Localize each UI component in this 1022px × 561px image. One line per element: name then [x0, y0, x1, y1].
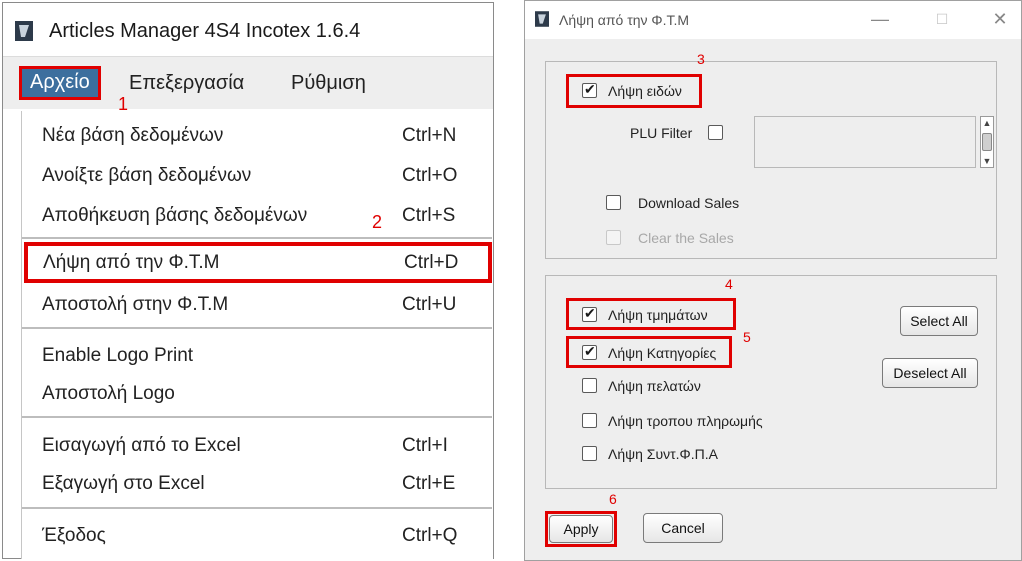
- get-vat-rates-label: Λήψη Συντ.Φ.Π.Α: [608, 446, 718, 462]
- annotation-2: 2: [372, 212, 383, 232]
- menu-item-download-from-ftm[interactable]: Λήψη από την Φ.Τ.Μ Ctrl+D: [24, 242, 492, 283]
- menu-item-label: Αποστολή στην Φ.Τ.Μ: [42, 294, 229, 315]
- annotation-6: 6: [609, 491, 617, 507]
- menu-item-label: Ανοίξτε βάση δεδομένων: [42, 165, 252, 186]
- menu-item-new-db[interactable]: Νέα βάση δεδομένων Ctrl+N: [22, 117, 492, 155]
- dialog-title: Λήψη από την Φ.Τ.Μ: [559, 12, 690, 28]
- plu-filter-label: PLU Filter: [630, 125, 693, 141]
- menu-item-shortcut: Ctrl+I: [402, 435, 448, 456]
- menu-item-exit[interactable]: Έξοδος Ctrl+Q: [22, 517, 492, 555]
- app-logo-icon: [535, 11, 549, 32]
- minimize-icon[interactable]: —: [865, 7, 895, 31]
- menu-edit[interactable]: Επεξεργασία: [121, 67, 252, 99]
- get-departments-checkbox[interactable]: [582, 305, 597, 322]
- menubar: Αρχείο Επεξεργασία Ρύθμιση: [3, 57, 493, 109]
- menu-item-save-db[interactable]: Αποθήκευση βάσης δεδομένων Ctrl+S: [22, 197, 492, 235]
- get-customers-label: Λήψη πελατών: [608, 378, 701, 394]
- scroll-down-icon[interactable]: ▼: [981, 155, 993, 167]
- download-sales-label: Download Sales: [638, 195, 740, 211]
- close-icon[interactable]: ✕: [985, 7, 1015, 31]
- get-items-checkbox[interactable]: [582, 81, 597, 98]
- menu-item-label: Enable Logo Print: [42, 345, 194, 366]
- get-payment-methods-checkbox[interactable]: [582, 413, 597, 428]
- menu-item-label: Εισαγωγή από το Excel: [42, 435, 241, 456]
- items-panel: Λήψη ειδών PLU Filter ▲ ▼ Download Sales…: [545, 61, 997, 259]
- menu-file[interactable]: Αρχείο: [19, 66, 101, 100]
- annotation-4: 4: [725, 276, 733, 292]
- annotation-1: 1: [118, 94, 129, 114]
- menu-item-label: Αποθήκευση βάσης δεδομένων: [42, 205, 308, 226]
- download-dialog: Λήψη από την Φ.Τ.Μ — ☐ ✕ Λήψη ειδών PLU …: [524, 0, 1022, 561]
- select-all-button[interactable]: Select All: [900, 306, 978, 336]
- menu-settings[interactable]: Ρύθμιση: [283, 67, 374, 99]
- annotation-5: 5: [743, 329, 751, 345]
- menu-separator: [22, 327, 492, 329]
- title-bar: Articles Manager 4S4 Incotex 1.6.4: [3, 3, 493, 57]
- menu-item-label: Αποστολή Logo: [42, 383, 175, 404]
- menu-item-shortcut: Ctrl+S: [402, 205, 456, 226]
- menu-item-export-excel[interactable]: Εξαγωγή στο Excel Ctrl+E: [22, 465, 492, 503]
- dialog-title-bar: Λήψη από την Φ.Τ.Μ — ☐ ✕: [525, 1, 1021, 39]
- menu-separator: [22, 416, 492, 418]
- menu-separator: [22, 507, 492, 509]
- menu-item-shortcut: Ctrl+E: [402, 473, 456, 494]
- scroll-up-icon[interactable]: ▲: [981, 117, 993, 129]
- menu-item-label: Εξαγωγή στο Excel: [42, 473, 205, 494]
- menu-item-label: Λήψη από την Φ.Τ.Μ: [43, 252, 220, 273]
- window-title: Articles Manager 4S4 Incotex 1.6.4: [49, 20, 361, 42]
- articles-manager-window: Articles Manager 4S4 Incotex 1.6.4 Αρχεί…: [2, 2, 494, 559]
- plu-scrollbar[interactable]: ▲ ▼: [980, 116, 994, 168]
- apply-button[interactable]: Apply: [549, 515, 613, 543]
- get-payment-methods-label: Λήψη τροπου πληρωμής: [608, 413, 763, 429]
- scroll-thumb[interactable]: [982, 133, 992, 151]
- annotation-3: 3: [697, 51, 705, 67]
- menu-item-send-to-ftm[interactable]: Αποστολή στην Φ.Τ.Μ Ctrl+U: [22, 286, 492, 324]
- menu-item-shortcut: Ctrl+U: [402, 294, 457, 315]
- download-sales-checkbox[interactable]: [606, 195, 621, 210]
- cancel-button[interactable]: Cancel: [643, 513, 723, 543]
- clear-sales-label: Clear the Sales: [638, 230, 734, 246]
- maximize-icon[interactable]: ☐: [927, 7, 957, 31]
- menu-separator: [22, 237, 492, 239]
- menu-item-import-excel[interactable]: Εισαγωγή από το Excel Ctrl+I: [22, 427, 492, 465]
- menu-item-label: Έξοδος: [42, 525, 106, 546]
- get-items-label: Λήψη ειδών: [608, 83, 682, 99]
- menu-item-label: Νέα βάση δεδομένων: [42, 125, 224, 146]
- menu-item-shortcut: Ctrl+D: [404, 252, 459, 273]
- get-vat-rates-checkbox[interactable]: [582, 446, 597, 461]
- deselect-all-button[interactable]: Deselect All: [882, 358, 978, 388]
- get-categories-label: Λήψη Κατηγορίες: [608, 345, 717, 361]
- app-logo-icon: [15, 21, 33, 46]
- get-departments-label: Λήψη τμημάτων: [608, 307, 708, 323]
- file-menu-dropdown: Νέα βάση δεδομένων Ctrl+N Ανοίξτε βάση δ…: [21, 111, 493, 559]
- menu-item-shortcut: Ctrl+Q: [402, 525, 458, 546]
- get-customers-checkbox[interactable]: [582, 378, 597, 393]
- categories-panel: Λήψη τμημάτων Λήψη Κατηγορίες Λήψη πελατ…: [545, 275, 997, 489]
- menu-item-send-logo[interactable]: Αποστολή Logo: [22, 375, 492, 413]
- menu-item-enable-logo-print[interactable]: Enable Logo Print: [22, 337, 492, 375]
- menu-item-shortcut: Ctrl+N: [402, 125, 457, 146]
- menu-item-open-db[interactable]: Ανοίξτε βάση δεδομένων Ctrl+O: [22, 157, 492, 195]
- get-categories-checkbox[interactable]: [582, 343, 597, 360]
- menu-item-shortcut: Ctrl+O: [402, 165, 458, 186]
- plu-filter-checkbox[interactable]: [708, 125, 723, 140]
- plu-filter-textarea[interactable]: [754, 116, 976, 168]
- clear-sales-checkbox: [606, 230, 621, 245]
